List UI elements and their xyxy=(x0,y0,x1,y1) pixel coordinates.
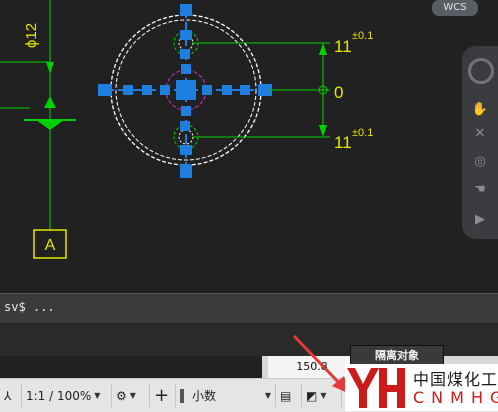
pan-icon[interactable]: ✋ xyxy=(470,102,490,118)
dim-mid-value: 0 xyxy=(334,83,343,102)
plus-icon: + xyxy=(154,385,170,406)
annotation-scale-button[interactable]: 1:1 / 100% ▼ xyxy=(22,384,112,407)
steering-wheel-icon[interactable] xyxy=(468,58,494,84)
annotation-visibility-icon[interactable]: ⅄ xyxy=(0,384,22,407)
wcs-button[interactable]: WCS xyxy=(432,0,478,16)
isolate-objects-tooltip: 隔离对象 xyxy=(350,345,444,365)
watermark-cn-text: 中国煤化工 xyxy=(413,370,498,389)
dim-arrow-top xyxy=(319,43,327,55)
dim-arrow-bot xyxy=(319,125,327,137)
chevron-down-icon: ▼ xyxy=(94,391,101,400)
selection-grips[interactable] xyxy=(98,4,272,178)
watermark-en-text: CNMHG xyxy=(413,388,498,407)
chevron-down-icon: ▼ xyxy=(129,391,136,400)
annotation-scale-text: 1:1 / 100% xyxy=(26,388,92,403)
diameter-dimension-text: ϕ12 xyxy=(23,23,40,48)
units-text: 小数 xyxy=(192,389,217,403)
dim-bot-tolerance: ±0.1 xyxy=(352,127,373,139)
chevron-down-icon: ▼ xyxy=(264,391,271,400)
zoom-icon[interactable]: ✕ xyxy=(470,126,490,142)
hand-icon[interactable]: ☚ xyxy=(470,182,490,198)
drawing-canvas[interactable]: ϕ12 A 11 ±0.1 0 11 ±0.1 xyxy=(0,0,498,293)
navigation-bar: ✋ ✕ ◎ ☚ ▶ xyxy=(462,46,498,239)
watermark-logo: 中国煤化工 CNMHG xyxy=(345,364,498,411)
command-line[interactable]: sv$ ... xyxy=(0,293,498,323)
left-arrow-mid xyxy=(44,96,56,108)
workspace-gear-button[interactable]: ⚙ ▼ xyxy=(112,384,150,407)
command-line-text: sv$ ... xyxy=(4,300,55,314)
section-arrow xyxy=(36,120,64,130)
showmotion-icon[interactable]: ▶ xyxy=(470,212,490,228)
annotation-monitor-button[interactable]: + xyxy=(150,384,176,407)
section-label-text: A xyxy=(45,237,56,254)
yh-logo-icon xyxy=(347,368,405,408)
left-arrow-top xyxy=(46,62,54,74)
units-dropdown[interactable]: 小数 ▼ xyxy=(176,384,276,407)
orbit-icon[interactable]: ◎ xyxy=(470,154,490,170)
dim-top-tolerance: ±0.1 xyxy=(352,30,373,42)
dim-bot-value: 11 xyxy=(334,133,352,152)
dim-top-value: 11 xyxy=(334,37,352,56)
grip-icon xyxy=(180,388,184,403)
gear-icon: ⚙ xyxy=(116,388,127,403)
